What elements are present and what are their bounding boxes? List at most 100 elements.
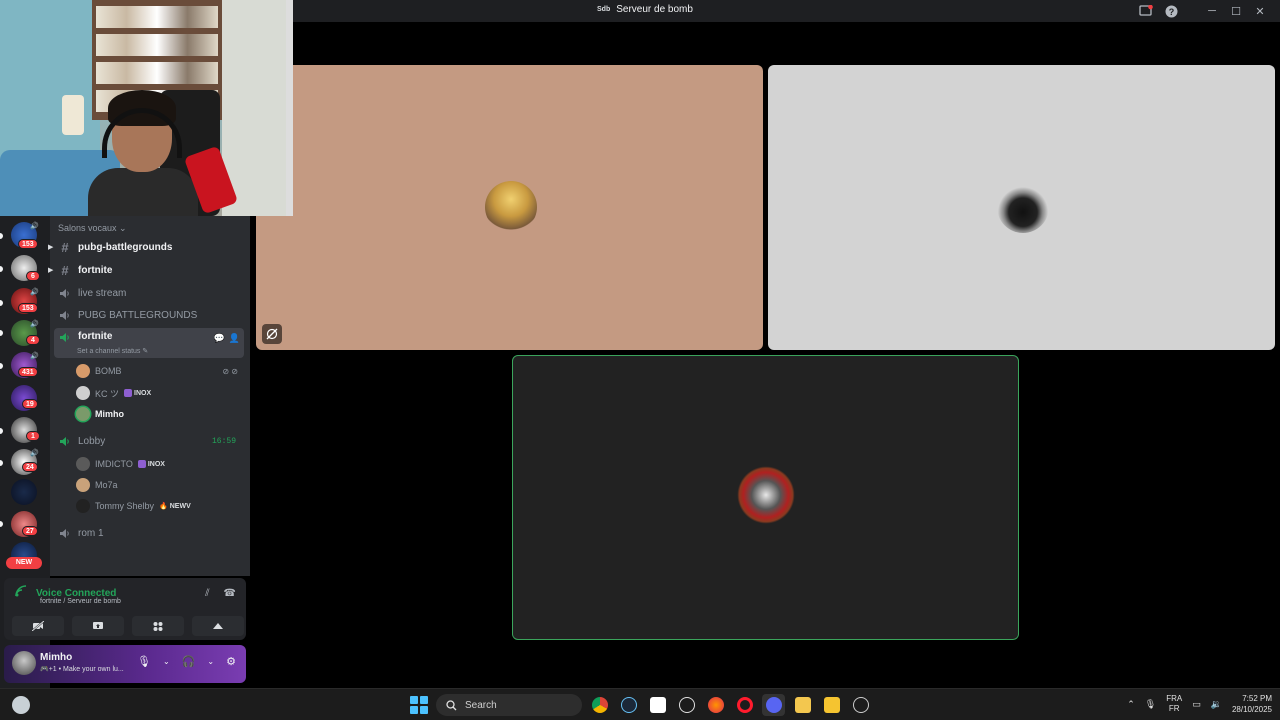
text-channel-icon: # xyxy=(61,239,69,255)
chat-icon[interactable]: 💬 xyxy=(214,333,225,344)
avatar xyxy=(76,457,90,471)
chevron-up-icon[interactable]: ⌃ xyxy=(1127,699,1135,710)
user-name: Tommy Shelby xyxy=(95,501,155,511)
voice-user-tommy-shelby[interactable]: Tommy Shelby 🔥 NEWV xyxy=(76,497,242,515)
help-icon[interactable]: ? xyxy=(1156,2,1186,20)
microphone-icon[interactable]: 🎙 xyxy=(137,655,151,668)
activities-button[interactable] xyxy=(132,616,184,636)
speaker-icon: 🔊 xyxy=(30,289,39,296)
file-explorer-icon[interactable] xyxy=(791,694,814,716)
channel-lobby[interactable]: Lobby 16:59 xyxy=(54,431,244,451)
unread-badge: 19 xyxy=(22,399,38,409)
system-tray: ⌃ 🎙 FRA FR ▭ 🔉 7:52 PM 28/10/2025 xyxy=(1127,693,1272,715)
svg-text:?: ? xyxy=(1168,6,1174,16)
start-button[interactable] xyxy=(410,696,428,714)
channel-label: live stream xyxy=(78,287,127,299)
unread-badge: 153 xyxy=(18,239,38,249)
channel-label: rom 1 xyxy=(78,527,104,539)
chrome-icon[interactable] xyxy=(588,694,611,716)
unread-badge: 1 xyxy=(26,431,40,441)
chevron-down-icon[interactable]: ⌄ xyxy=(163,657,170,666)
firefox-icon[interactable] xyxy=(704,694,727,716)
disconnect-icon[interactable]: ☎ xyxy=(224,588,236,599)
user-name: Mimho xyxy=(95,409,124,419)
avatar xyxy=(997,181,1049,233)
screen-share-button[interactable] xyxy=(72,616,124,636)
speaker-icon: 🔊 xyxy=(30,321,39,328)
server-name: Serveur de bomb xyxy=(616,4,693,15)
taskbar-search[interactable]: Search xyxy=(436,694,582,716)
channel-fortnite-voice[interactable]: fortnite Set a channel status ✎ 💬 👤 xyxy=(54,328,244,358)
server-abbrev: Sdb xyxy=(597,6,611,13)
channel-live-stream[interactable]: live stream xyxy=(54,283,244,303)
avatar xyxy=(76,499,90,513)
avatar xyxy=(76,407,90,421)
opera-icon[interactable] xyxy=(733,694,756,716)
chatgpt-icon[interactable] xyxy=(675,694,698,716)
voice-user-mimho[interactable]: Mimho xyxy=(76,405,242,423)
voice-user-imdicto[interactable]: IMDICTO INOX xyxy=(76,455,242,473)
search-label: Search xyxy=(465,699,497,711)
channel-timer: 16:59 xyxy=(211,436,236,446)
channel-label: PUBG BATTLEGROUNDS xyxy=(78,309,198,321)
participant-tile-kc[interactable] xyxy=(768,65,1275,350)
camera-toggle-button[interactable] xyxy=(12,616,64,636)
lamp xyxy=(62,95,84,135)
discord-icon[interactable] xyxy=(762,694,785,716)
invite-icon[interactable]: 👤 xyxy=(229,333,240,344)
channel-label: fortnite xyxy=(78,331,113,342)
tag-icon xyxy=(137,460,146,468)
avatar xyxy=(76,364,90,378)
weather-icon[interactable] xyxy=(12,696,30,714)
maximize-button[interactable]: ☐ xyxy=(1224,2,1248,20)
speaker-icon: 🔊 xyxy=(30,450,39,457)
window-controls: ? ─ ☐ ✕ xyxy=(1136,2,1272,20)
channel-pubg-battlegrounds[interactable]: ▶ # pubg-battlegrounds xyxy=(48,237,244,257)
unread-badge: 6 xyxy=(26,271,40,281)
channel-status[interactable]: Set a channel status ✎ xyxy=(77,347,148,355)
close-button[interactable]: ✕ xyxy=(1248,2,1272,20)
app-icon[interactable] xyxy=(820,694,843,716)
voice-channel-path[interactable]: fortnite / Serveur de bomb xyxy=(40,598,121,605)
server-icon[interactable] xyxy=(11,479,37,505)
app-icon[interactable] xyxy=(646,694,669,716)
channel-label: fortnite xyxy=(78,264,113,276)
category-voice[interactable]: Salons vocaux ⌄ xyxy=(58,223,127,234)
user-name: IMDICTO xyxy=(95,459,133,469)
webcam-overlay xyxy=(0,0,293,216)
voice-user-bomb[interactable]: BOMB ⊘ ⊘ xyxy=(76,362,242,380)
user-name: KC ツ xyxy=(95,388,120,399)
settings-gear-icon[interactable]: ⚙ xyxy=(226,655,236,668)
windows-taskbar: Search ⌃ 🎙 FRA FR ▭ 🔉 7:52 PM 28/10/2025 xyxy=(0,688,1280,720)
search-icon xyxy=(446,699,457,710)
participant-tile-mimho[interactable] xyxy=(512,355,1019,640)
voice-user-kc[interactable]: KC ツ INOX xyxy=(76,384,242,402)
connection-signal-icon[interactable] xyxy=(14,584,28,603)
voice-channel-icon xyxy=(58,287,72,299)
fire-icon: 🔥 xyxy=(159,503,168,510)
inbox-icon[interactable] xyxy=(1136,2,1156,20)
language-indicator[interactable]: FRA FR xyxy=(1166,694,1182,714)
minimize-button[interactable]: ─ xyxy=(1200,2,1224,20)
headphones-icon[interactable]: 🎧 xyxy=(182,655,196,668)
expand-arrow-icon: ▶ xyxy=(48,267,54,274)
network-icon[interactable]: ▭ xyxy=(1192,699,1201,710)
clock[interactable]: 7:52 PM 28/10/2025 xyxy=(1232,693,1272,715)
noise-suppression-icon[interactable]: ⫽ xyxy=(205,588,209,599)
avatar xyxy=(76,386,90,400)
app-icon[interactable] xyxy=(849,694,872,716)
current-user-name[interactable]: Mimho xyxy=(40,652,72,663)
avatar[interactable] xyxy=(12,651,36,675)
voice-user-mo7a[interactable]: Mo7a xyxy=(76,476,242,494)
channel-pubg-voice[interactable]: PUBG BATTLEGROUNDS xyxy=(54,305,244,325)
soundboard-button[interactable] xyxy=(192,616,244,636)
volume-icon[interactable]: 🔉 xyxy=(1211,699,1222,710)
microphone-icon[interactable]: 🎙 xyxy=(1145,699,1156,710)
participant-tile-bomb[interactable] xyxy=(256,65,763,350)
chevron-down-icon[interactable]: ⌄ xyxy=(207,657,214,666)
steam-icon[interactable] xyxy=(617,694,640,716)
channel-fortnite-text[interactable]: ▶ # fortnite xyxy=(48,260,244,280)
channel-rom-1[interactable]: rom 1 xyxy=(54,523,244,543)
channel-label: Lobby xyxy=(78,435,106,447)
streamer xyxy=(88,88,198,216)
